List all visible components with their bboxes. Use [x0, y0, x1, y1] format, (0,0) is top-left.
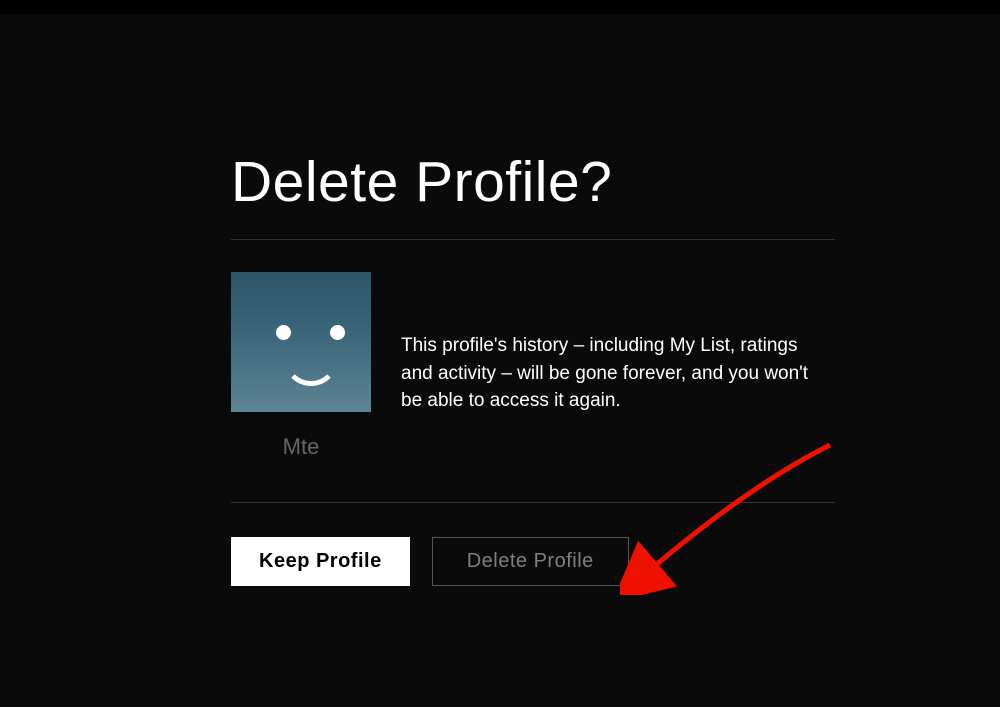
profile-section: Mte This profile's history – including M…	[231, 240, 835, 502]
button-row: Keep Profile Delete Profile	[231, 503, 835, 586]
top-strip	[0, 0, 1000, 14]
profile-name-label: Mte	[283, 434, 320, 460]
profile-avatar-icon	[231, 272, 371, 412]
keep-profile-button[interactable]: Keep Profile	[231, 537, 410, 586]
profile-block: Mte	[231, 272, 371, 460]
dialog-title: Delete Profile?	[231, 149, 835, 239]
delete-profile-dialog: Delete Profile? Mte This profile's histo…	[0, 14, 835, 586]
delete-profile-button[interactable]: Delete Profile	[432, 537, 629, 586]
dialog-description: This profile's history – including My Li…	[401, 272, 831, 415]
